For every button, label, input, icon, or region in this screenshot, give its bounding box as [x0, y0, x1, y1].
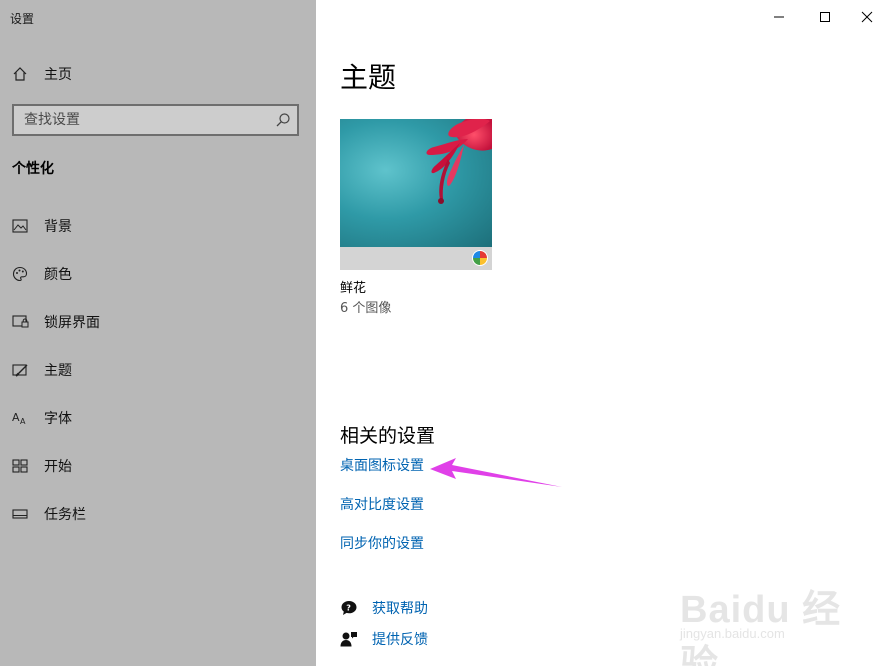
feedback-icon — [340, 630, 358, 648]
sidebar-item-fonts[interactable]: AA 字体 — [0, 398, 316, 438]
sidebar-item-label: 开始 — [44, 459, 72, 475]
feedback-label: 提供反馈 — [372, 632, 428, 648]
font-icon: AA — [11, 409, 29, 427]
minimize-button[interactable] — [756, 0, 802, 34]
sidebar-item-colors[interactable]: 颜色 — [0, 254, 316, 294]
sidebar-item-label: 颜色 — [44, 267, 72, 283]
page-title: 主题 — [340, 61, 397, 94]
watermark-main-text: Baidu 经验 — [680, 589, 842, 666]
theme-brush-icon — [11, 361, 29, 379]
svg-text:A: A — [20, 417, 26, 426]
help-label: 获取帮助 — [372, 601, 428, 617]
sidebar-item-background[interactable]: 背景 — [0, 206, 316, 246]
svg-text:?: ? — [346, 604, 351, 613]
search-icon[interactable] — [275, 112, 291, 128]
watermark-url-text: jingyan.baidu.com — [680, 626, 785, 641]
close-button[interactable] — [844, 0, 889, 34]
sidebar-item-taskbar[interactable]: 任务栏 — [0, 494, 316, 534]
theme-preview-image — [340, 119, 492, 247]
high-contrast-settings-link[interactable]: 高对比度设置 — [340, 494, 424, 514]
sidebar-item-label: 字体 — [44, 411, 72, 427]
maximize-button[interactable] — [802, 0, 848, 34]
sidebar-item-label: 主页 — [44, 67, 72, 83]
search-input[interactable] — [14, 106, 264, 134]
related-settings-title: 相关的设置 — [340, 425, 436, 447]
help-chat-icon: ? — [340, 599, 358, 617]
minimize-icon — [773, 8, 785, 27]
section-header: 个性化 — [12, 161, 54, 177]
theme-name: 鲜花 — [340, 281, 367, 296]
lock-screen-icon — [11, 313, 29, 331]
start-grid-icon — [11, 457, 29, 475]
sidebar-item-home[interactable]: 主页 — [0, 54, 316, 94]
sidebar-item-label: 任务栏 — [44, 507, 86, 523]
sync-settings-link[interactable]: 同步你的设置 — [340, 533, 424, 553]
color-wheel-icon — [472, 250, 488, 266]
app-title: 设置 — [10, 12, 35, 26]
taskbar-icon — [11, 505, 29, 523]
svg-text:A: A — [12, 411, 20, 424]
theme-color-bar — [340, 247, 492, 270]
sidebar-item-label: 主题 — [44, 363, 72, 379]
home-icon — [11, 65, 29, 83]
sidebar-item-label: 锁屏界面 — [44, 315, 100, 331]
theme-card[interactable] — [340, 119, 492, 270]
get-help-link[interactable]: ? 获取帮助 — [340, 598, 428, 618]
picture-icon — [11, 217, 29, 235]
sidebar-item-start[interactable]: 开始 — [0, 446, 316, 486]
maximize-icon — [819, 8, 831, 27]
main-content: 主题 鲜花 6 个图像 相关的设置 桌面图标设置 高对比度设置 同步你的设置 ?… — [316, 0, 889, 666]
sidebar-item-label: 背景 — [44, 219, 72, 235]
close-icon — [861, 8, 873, 27]
search-box[interactable] — [12, 104, 299, 136]
theme-image-count: 6 个图像 — [340, 301, 392, 316]
annotation-arrow — [430, 458, 562, 487]
baidu-watermark: Baidu 经验 jingyan.baidu.com — [676, 570, 876, 666]
sidebar-item-themes[interactable]: 主题 — [0, 350, 316, 390]
palette-icon — [11, 265, 29, 283]
sidebar: 设置 主页 个性化 背景 颜色 锁屏界面 主题 — [0, 0, 316, 666]
sidebar-item-lock-screen[interactable]: 锁屏界面 — [0, 302, 316, 342]
desktop-icon-settings-link[interactable]: 桌面图标设置 — [340, 455, 424, 475]
give-feedback-link[interactable]: 提供反馈 — [340, 629, 428, 649]
